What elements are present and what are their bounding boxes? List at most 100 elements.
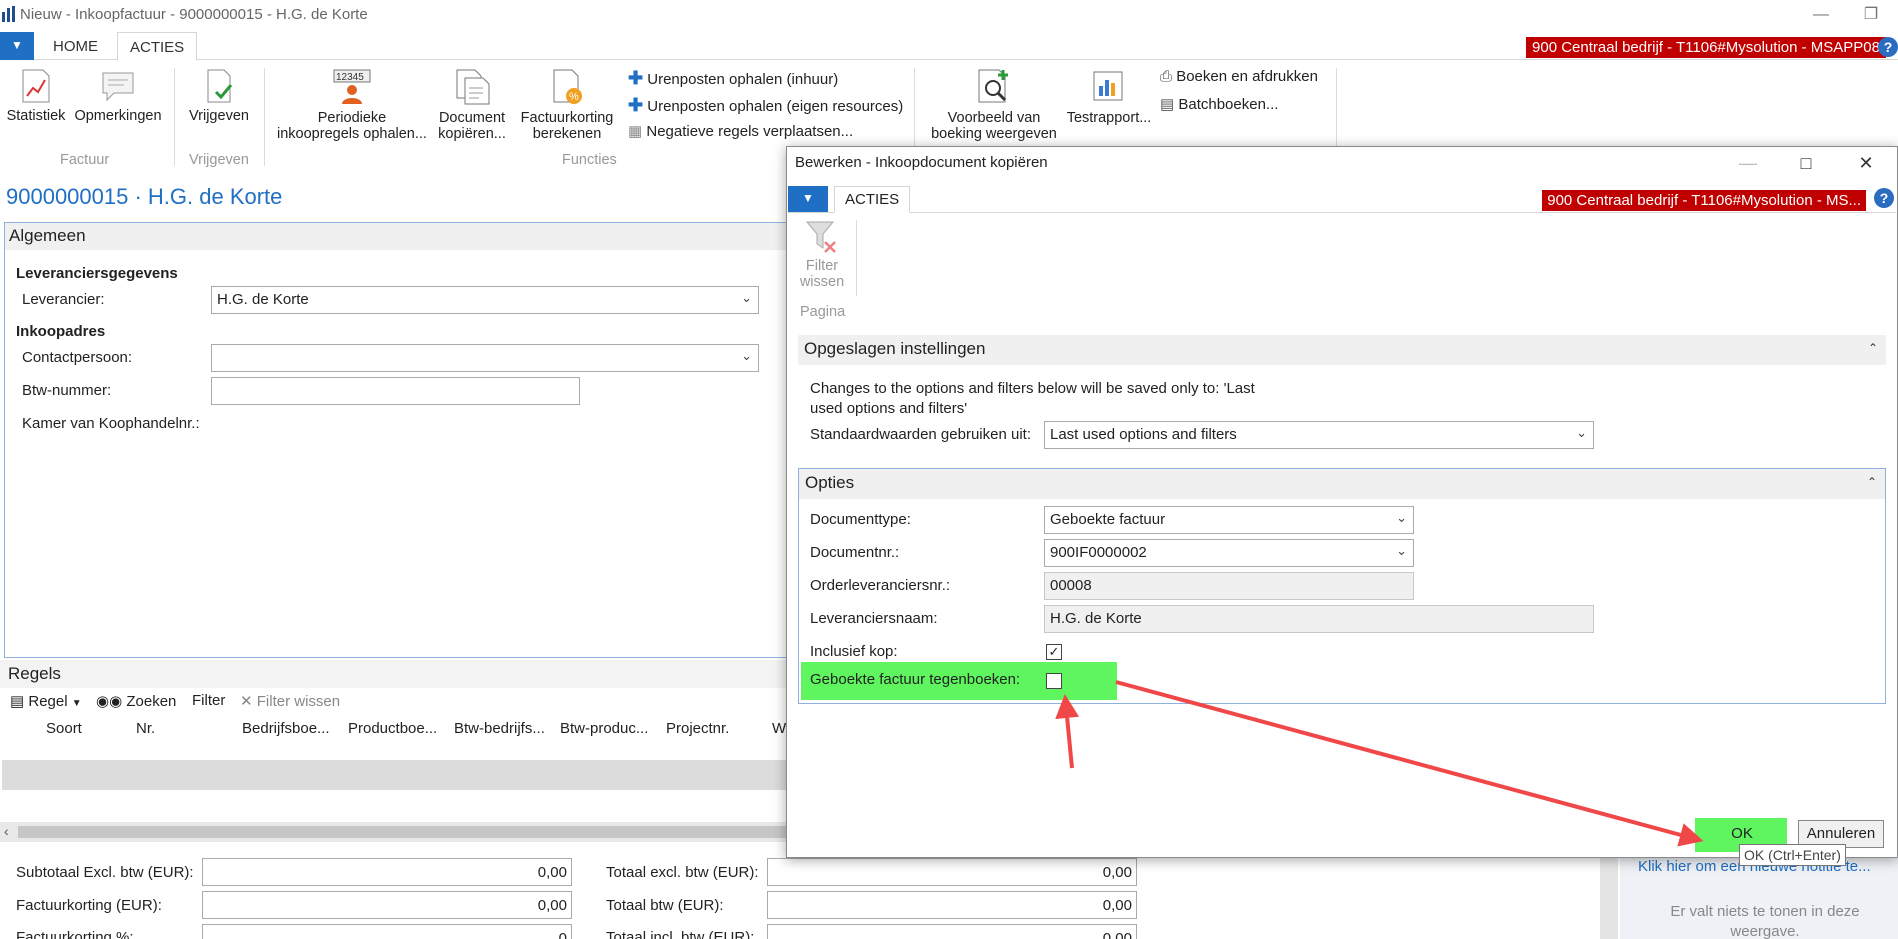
leverancier-field[interactable]: H.G. de Korte ⌄ [211, 286, 759, 314]
documenttype-select[interactable]: Geboekte factuur ⌄ [1044, 506, 1414, 534]
release-icon [207, 69, 233, 103]
help-icon[interactable]: ? [1878, 37, 1898, 57]
factuurkorting-field[interactable]: 0,00 [202, 891, 572, 919]
clear-filter-icon: ✕ [240, 693, 253, 710]
col-projectnr[interactable]: Projectnr. [666, 720, 729, 737]
chevron-down-icon[interactable]: ⌄ [1396, 543, 1407, 559]
chevron-down-icon[interactable]: ⌄ [741, 290, 752, 306]
factuurkorting-berekenen-button[interactable]: % Factuurkorting berekenen [514, 68, 620, 142]
factuurkorting-pct-field[interactable]: 0 [202, 924, 572, 939]
recurring-lines-icon: 12345 [333, 69, 371, 104]
zoeken-button[interactable]: ◉◉ Zoeken [96, 692, 176, 710]
leveranciersgegevens-heading: Leveranciersgegevens [16, 265, 178, 282]
vertical-scrollbar[interactable] [1600, 848, 1618, 939]
opgeslagen-header-label: Opgeslagen instellingen [804, 339, 986, 358]
urenposten-inhuur-label: Urenposten ophalen (inhuur) [647, 71, 839, 88]
opmerkingen-button[interactable]: Opmerkingen [70, 68, 166, 124]
periodieke-inkoopregels-button[interactable]: 12345 Periodieke inkoopregels ophalen... [272, 68, 432, 142]
tab-acties[interactable]: ACTIES [117, 32, 198, 61]
tegenboeken-checkbox[interactable] [1046, 673, 1062, 689]
dialog-maximize-icon[interactable]: □ [1786, 150, 1826, 176]
group-pagina: Pagina [800, 304, 846, 320]
factuurkorting-label: Factuurkorting (EUR): [16, 897, 162, 914]
dialog-help-icon[interactable]: ? [1874, 188, 1894, 208]
minimize-icon[interactable]: — [1798, 2, 1844, 28]
inclusief-kop-checkbox[interactable]: ✓ [1046, 644, 1062, 660]
opgeslagen-note-2: used options and filters' [810, 400, 968, 417]
document-label-1: Document [438, 110, 506, 126]
regel-menu[interactable]: ▤ Regel ▼ [10, 692, 82, 710]
statistiek-button[interactable]: Statistiek [4, 68, 68, 124]
test-report-icon [1093, 71, 1123, 101]
col-nr[interactable]: Nr. [136, 720, 155, 737]
document-kopieren-button[interactable]: Document kopiëren... [432, 68, 512, 142]
collapse-icon[interactable]: ⌃ [1867, 475, 1877, 489]
dialog-minimize-icon[interactable]: — [1728, 150, 1768, 176]
factuurkorting-label-1: Factuurkorting [520, 110, 614, 126]
chevron-down-icon[interactable]: ⌄ [741, 348, 752, 364]
dialog-ribbon-separator [856, 220, 857, 296]
batchboeken-action[interactable]: ▤ Batchboeken... [1160, 95, 1278, 113]
tab-home[interactable]: HOME [41, 32, 110, 61]
file-menu-button[interactable]: ▼ [0, 32, 34, 60]
standaard-select[interactable]: Last used options and filters ⌄ [1044, 421, 1594, 449]
voorbeeld-label-2: boeking weergeven [931, 126, 1057, 142]
col-soort[interactable]: Soort [46, 720, 82, 737]
dialog-close-icon[interactable]: ✕ [1846, 150, 1886, 176]
scroll-left-icon[interactable]: ‹ [4, 823, 9, 839]
vrijgeven-button[interactable]: Vrijgeven [184, 68, 254, 124]
algemeen-header[interactable]: Algemeen [5, 223, 793, 250]
col-w[interactable]: W [772, 720, 786, 737]
col-btw-product[interactable]: Btw-produc... [560, 720, 648, 737]
chevron-down-icon[interactable]: ⌄ [1576, 425, 1587, 441]
zoeken-label: Zoeken [126, 693, 177, 710]
standaard-label: Standaardwaarden gebruiken uit: [810, 426, 1031, 443]
periodieke-label-2: inkoopregels ophalen... [277, 126, 427, 142]
totaal-incl-label: Totaal incl. btw (EUR): [606, 929, 755, 939]
contactpersoon-field[interactable]: ⌄ [211, 344, 759, 372]
totaal-incl-field: 0,00 [767, 924, 1137, 939]
plus-icon: ✚ [628, 68, 644, 88]
restore-icon[interactable]: ❐ [1848, 2, 1894, 28]
subtotaal-label: Subtotaal Excl. btw (EUR): [16, 864, 194, 881]
contactpersoon-label: Contactpersoon: [22, 349, 133, 366]
inkoopadres-heading: Inkoopadres [16, 323, 106, 340]
subtotaal-field: 0,00 [202, 858, 572, 886]
totaal-excl-field: 0,00 [767, 858, 1137, 886]
negatieve-regels-action[interactable]: ▦ Negatieve regels verplaatsen... [628, 122, 853, 140]
voorbeeld-boeking-button[interactable]: Voorbeeld van boeking weergeven [924, 68, 1064, 142]
filter-wissen-button[interactable]: Filter wissen [798, 218, 846, 290]
documentnr-value: 900IF0000002 [1050, 544, 1147, 561]
opties-header[interactable]: Opties ⌃ [799, 469, 1885, 499]
dialog-tab-acties[interactable]: ACTIES [834, 186, 911, 213]
scrollbar-thumb[interactable] [18, 826, 790, 838]
col-btw-bedrijfs[interactable]: Btw-bedrijfs... [454, 720, 545, 737]
voorbeeld-label-1: Voorbeeld van [947, 110, 1041, 126]
list-icon: ▤ [10, 693, 25, 710]
table-row[interactable] [2, 760, 790, 790]
collapse-icon[interactable]: ⌃ [1868, 341, 1878, 355]
ribbon-separator [264, 68, 265, 166]
orderleveranciersnr-label: Orderleveranciersnr.: [810, 577, 951, 594]
btw-nummer-field[interactable] [211, 377, 580, 405]
notes-empty-line-1: Er valt niets te tonen in deze [1670, 903, 1860, 920]
leverancier-label: Leverancier: [22, 291, 105, 308]
boeken-afdrukken-action[interactable]: ⎙ Boeken en afdrukken [1160, 68, 1318, 85]
col-bedrijfsboekingsgroep[interactable]: Bedrijfsboe... [242, 720, 330, 737]
opgeslagen-instellingen-header[interactable]: Opgeslagen instellingen ⌃ [798, 335, 1886, 365]
regels-header[interactable]: Regels [0, 660, 790, 688]
testrapport-button[interactable]: Testrapport... [1066, 68, 1152, 126]
dialog-title: Bewerken - Inkoopdocument kopiëren [795, 154, 1048, 171]
documentnr-select[interactable]: 900IF0000002 ⌄ [1044, 539, 1414, 567]
dialog-file-menu-button[interactable]: ▼ [788, 186, 828, 212]
negatieve-label: Negatieve regels verplaatsen... [646, 123, 854, 140]
col-productboekingsgroep[interactable]: Productboe... [348, 720, 437, 737]
filter-wissen-button[interactable]: ✕ Filter wissen [240, 692, 340, 710]
clear-filter-icon [805, 221, 836, 253]
chevron-down-icon[interactable]: ⌄ [1396, 510, 1407, 526]
urenposten-eigen-action[interactable]: ✚ Urenposten ophalen (eigen resources) [628, 95, 903, 116]
urenposten-inhuur-action[interactable]: ✚ Urenposten ophalen (inhuur) [628, 68, 838, 89]
filter-button[interactable]: Filter [192, 692, 225, 709]
svg-text:12345: 12345 [336, 72, 364, 83]
batchboeken-label: Batchboeken... [1178, 96, 1279, 113]
